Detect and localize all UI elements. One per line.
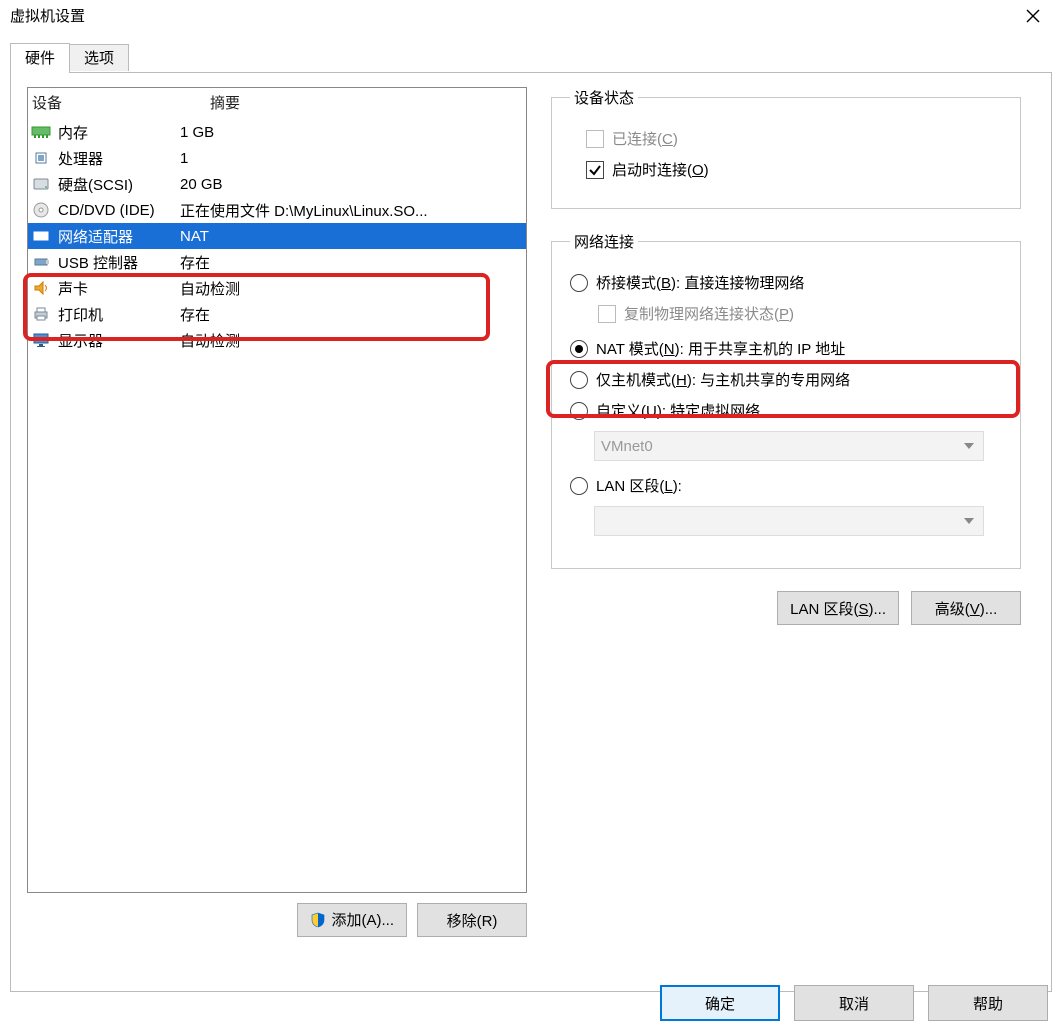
device-summary: 正在使用文件 D:\MyLinux\Linux.SO...	[180, 200, 526, 221]
device-summary: NAT	[180, 228, 526, 245]
sound-icon	[30, 277, 52, 299]
radio-custom[interactable]	[570, 402, 588, 420]
remove-hardware-button[interactable]: 移除(R)	[417, 903, 527, 937]
window-title: 虚拟机设置	[6, 5, 1010, 26]
radio-bridged[interactable]	[570, 274, 588, 292]
device-name: 网络适配器	[58, 226, 133, 247]
custom-vnet-select: VMnet0	[594, 431, 984, 461]
device-row[interactable]: 内存 1 GB	[28, 119, 526, 145]
device-summary: 自动检测	[180, 278, 526, 299]
device-row[interactable]: 显示器 自动检测	[28, 327, 526, 353]
tab-hardware[interactable]: 硬件	[10, 43, 70, 73]
right-pane: 设备状态 已连接(C) 启动时连接(O) 网络连接	[551, 87, 1021, 625]
device-name: 打印机	[58, 304, 103, 325]
advanced-button[interactable]: 高级(V)...	[911, 591, 1021, 625]
shield-icon	[310, 912, 326, 928]
lansegment-select	[594, 506, 984, 536]
radio-nat-label: NAT 模式(N): 用于共享主机的 IP 地址	[596, 338, 845, 359]
lan-segments-button[interactable]: LAN 区段(S)...	[777, 591, 899, 625]
add-hardware-label: 添加(A)...	[332, 909, 395, 930]
close-button[interactable]	[1010, 1, 1056, 31]
replicate-label: 复制物理网络连接状态(P)	[624, 303, 794, 324]
help-button[interactable]: 帮助	[928, 985, 1048, 1021]
ok-button[interactable]: 确定	[660, 985, 780, 1021]
dialog-footer: 确定 取消 帮助	[660, 985, 1048, 1021]
network-connection-group: 网络连接 桥接模式(B): 直接连接物理网络 复制物理网络连接状态(P) NAT…	[551, 231, 1021, 569]
title-bar: 虚拟机设置	[0, 0, 1062, 32]
header-device: 设备	[32, 92, 210, 113]
device-row[interactable]: 声卡 自动检测	[28, 275, 526, 301]
device-name: 声卡	[58, 278, 88, 299]
device-row[interactable]: 打印机 存在	[28, 301, 526, 327]
device-summary: 1	[180, 150, 526, 167]
replicate-checkbox	[598, 305, 616, 323]
connected-checkbox	[586, 130, 604, 148]
device-state-legend: 设备状态	[570, 87, 638, 108]
memory-icon	[30, 121, 52, 143]
radio-lansegment[interactable]	[570, 477, 588, 495]
header-summary: 摘要	[210, 92, 524, 113]
radio-bridged-label: 桥接模式(B): 直接连接物理网络	[596, 272, 804, 293]
disk-icon	[30, 173, 52, 195]
radio-custom-label: 自定义(U): 特定虚拟网络	[596, 400, 760, 421]
radio-lansegment-label: LAN 区段(L):	[596, 475, 682, 496]
close-icon	[1026, 9, 1040, 23]
tab-options[interactable]: 选项	[69, 44, 129, 71]
device-row[interactable]: 硬盘(SCSI) 20 GB	[28, 171, 526, 197]
printer-icon	[30, 303, 52, 325]
device-list-header: 设备 摘要	[28, 88, 526, 119]
device-row[interactable]: 处理器 1	[28, 145, 526, 171]
device-pane: 设备 摘要 内存 1 GB 处理器 1 硬盘(SCSI) 20 GB CD/DVD (IDE…	[27, 87, 527, 937]
connect-at-poweron-label: 启动时连接(O)	[612, 159, 709, 180]
cpu-icon	[30, 147, 52, 169]
device-row[interactable]: CD/DVD (IDE) 正在使用文件 D:\MyLinux\Linux.SO..…	[28, 197, 526, 223]
device-list[interactable]: 设备 摘要 内存 1 GB 处理器 1 硬盘(SCSI) 20 GB CD/DVD (IDE…	[27, 87, 527, 893]
network-connection-legend: 网络连接	[570, 231, 638, 252]
device-summary: 存在	[180, 304, 526, 325]
device-name: CD/DVD (IDE)	[58, 202, 155, 219]
device-summary: 1 GB	[180, 124, 526, 141]
cd-icon	[30, 199, 52, 221]
device-summary: 20 GB	[180, 176, 526, 193]
cancel-button[interactable]: 取消	[794, 985, 914, 1021]
device-row[interactable]: 网络适配器 NAT	[28, 223, 526, 249]
device-state-group: 设备状态 已连接(C) 启动时连接(O)	[551, 87, 1021, 209]
connect-at-poweron-checkbox[interactable]	[586, 161, 604, 179]
device-name: 硬盘(SCSI)	[58, 174, 133, 195]
tab-page-hardware: 设备 摘要 内存 1 GB 处理器 1 硬盘(SCSI) 20 GB CD/DVD (IDE…	[10, 72, 1052, 992]
device-name: 内存	[58, 122, 88, 143]
radio-hostonly-label: 仅主机模式(H): 与主机共享的专用网络	[596, 369, 850, 390]
device-name: 处理器	[58, 148, 103, 169]
device-summary: 存在	[180, 252, 526, 273]
tab-strip: 硬件 选项	[10, 42, 1052, 72]
device-row[interactable]: USB 控制器 存在	[28, 249, 526, 275]
radio-nat[interactable]	[570, 340, 588, 358]
connected-label: 已连接(C)	[612, 128, 678, 149]
device-name: USB 控制器	[58, 252, 138, 273]
display-icon	[30, 329, 52, 351]
radio-hostonly[interactable]	[570, 371, 588, 389]
device-summary: 自动检测	[180, 330, 526, 351]
add-hardware-button[interactable]: 添加(A)...	[297, 903, 408, 937]
usb-icon	[30, 251, 52, 273]
nic-icon	[30, 225, 52, 247]
device-name: 显示器	[58, 330, 103, 351]
